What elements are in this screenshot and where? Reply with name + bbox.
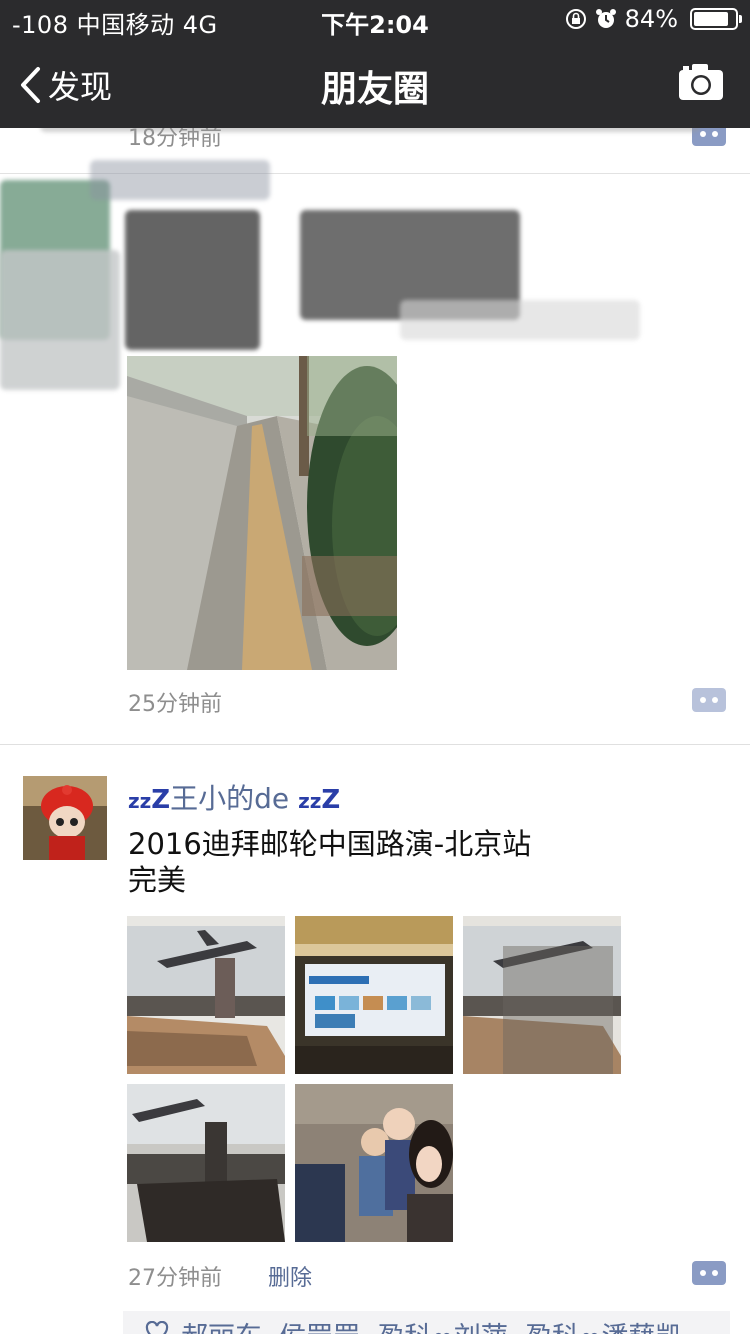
photo-image — [127, 1084, 285, 1242]
post-text-line: 2016迪拜邮轮中国路演-北京站 — [128, 827, 532, 861]
battery-icon — [690, 8, 742, 30]
grid-photo[interactable] — [295, 916, 453, 1074]
zz-emoji: zzZ — [298, 785, 341, 815]
zz-emoji: zzZ — [128, 785, 171, 815]
redaction-scribble — [125, 210, 260, 350]
post-text-line: 完美 — [128, 863, 187, 897]
likes-names[interactable]: 郝丽东, 侯罡罡, 盈科∞刘萍, 盈科∞潘藉凯 — [181, 1315, 682, 1334]
post-footer: 25分钟前 — [0, 686, 750, 717]
page-title: 朋友圈 — [320, 69, 429, 110]
battery-percent: 84% — [624, 5, 678, 33]
redaction-scribble — [90, 160, 270, 200]
status-right: 84% — [565, 5, 742, 33]
comment-icon[interactable] — [692, 688, 726, 712]
photo-image — [295, 1084, 453, 1242]
post-username[interactable]: zzZ王小的de zzZ — [128, 777, 340, 817]
redaction-scribble — [400, 300, 640, 340]
post-text: 2016迪拜邮轮中国路演-北京站 完美 — [128, 826, 531, 898]
avatar[interactable] — [23, 776, 107, 860]
post-divider — [0, 744, 750, 745]
photo-image — [295, 916, 453, 1074]
grid-photo[interactable] — [295, 1084, 453, 1242]
comment-icon[interactable] — [692, 1261, 726, 1285]
avatar-image — [23, 776, 107, 860]
post-meta-row: 27分钟前 删除 — [128, 1260, 728, 1292]
grid-photo[interactable] — [127, 1084, 285, 1242]
grid-photo[interactable] — [127, 916, 285, 1074]
delete-link[interactable]: 删除 — [268, 1260, 312, 1292]
camera-icon[interactable] — [678, 62, 724, 102]
post-time: 25分钟前 — [128, 692, 222, 717]
alarm-icon — [595, 9, 616, 28]
grid-photo[interactable] — [463, 916, 621, 1074]
post-photo[interactable] — [127, 356, 397, 670]
top-bar: -108 中国移动 4G 下午2:04 84% 发现 朋友圈 — [0, 0, 750, 128]
photo-image — [463, 916, 621, 1074]
likes-panel: 郝丽东, 侯罡罡, 盈科∞刘萍, 盈科∞潘藉凯 — [123, 1311, 730, 1334]
photo-image — [127, 916, 285, 1074]
redaction-scribble — [0, 250, 120, 390]
status-bar: -108 中国移动 4G 下午2:04 84% — [0, 0, 750, 40]
nav-bar: 发现 朋友圈 — [0, 40, 750, 128]
post-time: 27分钟前 — [128, 1266, 222, 1291]
rotation-lock-icon — [565, 9, 586, 29]
username-text: 王小的de — [170, 782, 290, 815]
heart-icon — [145, 1321, 169, 1334]
walkway-photo — [127, 356, 397, 670]
